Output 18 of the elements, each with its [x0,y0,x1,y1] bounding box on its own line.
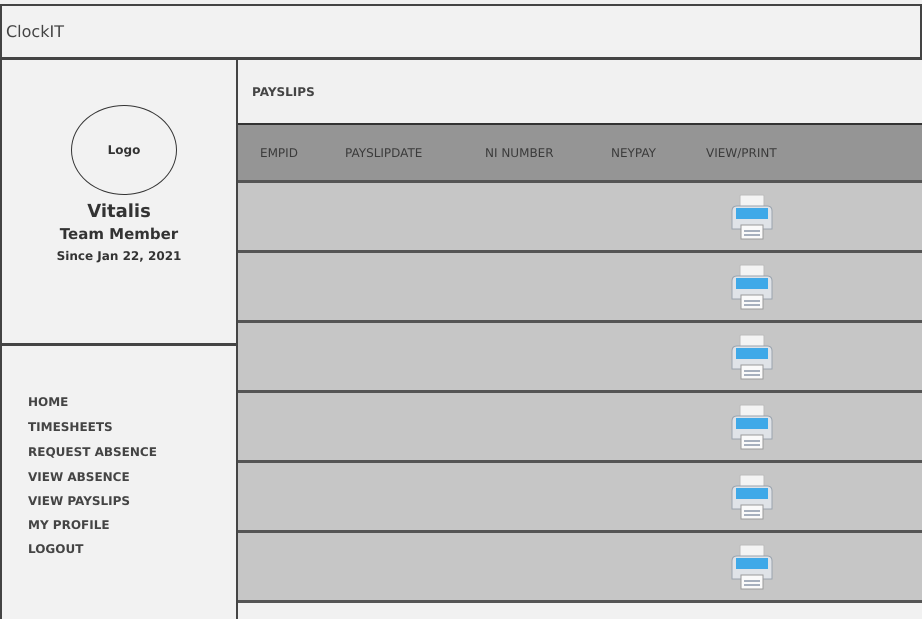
nav-link[interactable]: VIEW ABSENCE [28,465,130,489]
logo-label: Logo [108,143,140,157]
column-header: NEYPAY [611,146,657,160]
page-title: PAYSLIPS [252,84,315,98]
user-name: Vitalis [87,201,151,222]
nav-link[interactable]: HOME [28,390,68,415]
nav-link[interactable]: LOGOUT [28,537,84,561]
nav-link[interactable]: VIEW PAYSLIPS [28,489,130,513]
nav-link[interactable]: REQUEST ABSENCE [28,440,157,465]
column-header: VIEW/PRINT [706,146,778,160]
user-role: Team Member [60,225,178,243]
nav-link[interactable]: MY PROFILE [28,513,110,537]
member-since: Since Jan 22, 2021 [56,249,182,263]
column-header: EMPID [259,146,299,160]
app-title: ClockIT [6,22,64,41]
column-header: PAYSLIPDATE [345,146,424,160]
column-header: NI NUMBER [485,146,555,160]
nav-link[interactable]: TIMESHEETS [28,415,113,440]
